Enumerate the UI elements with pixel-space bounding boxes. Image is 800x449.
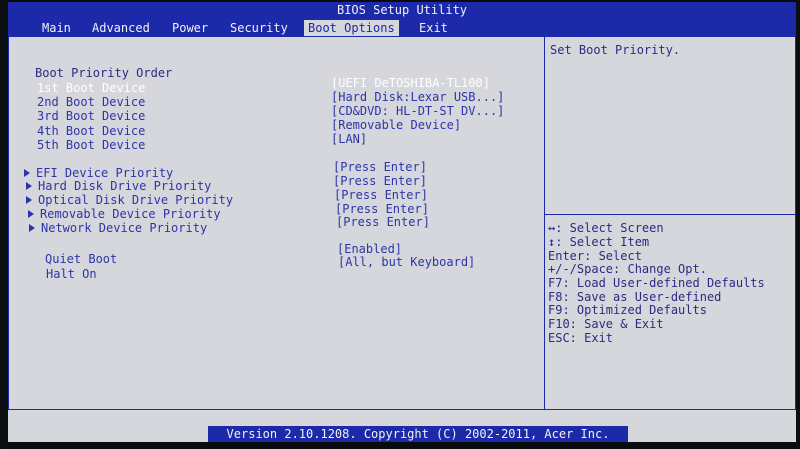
title-bar: BIOS Setup Utility (8, 2, 796, 18)
panel-divider (544, 36, 545, 410)
boot-device-2-value[interactable]: [Hard Disk:Lexar USB...] (331, 90, 504, 104)
hard-disk-drive-priority[interactable]: Hard Disk Drive Priority (26, 179, 211, 193)
removable-device-priority-label: Removable Device Priority (40, 207, 221, 221)
network-device-priority-label: Network Device Priority (41, 221, 208, 235)
submenu-arrow-icon (26, 196, 32, 204)
optical-disk-drive-priority-label: Optical Disk Drive Priority (38, 193, 234, 207)
boot-device-4-label[interactable]: 4th Boot Device (37, 124, 145, 138)
monitor-screen: BIOS Setup Utility Main Advanced Power S… (8, 0, 796, 449)
boot-device-3-label[interactable]: 3rd Boot Device (37, 109, 145, 123)
key-help-f9: F9: Optimized Defaults (548, 303, 707, 317)
key-help-select-screen: ↔: Select Screen (548, 221, 664, 235)
submenu-arrow-icon (29, 224, 35, 232)
boot-device-5-label[interactable]: 5th Boot Device (37, 138, 145, 152)
network-device-priority[interactable]: Network Device Priority (29, 221, 207, 235)
efi-device-priority-label: EFI Device Priority (36, 166, 174, 180)
help-description: Set Boot Priority. (550, 43, 681, 57)
boot-device-4-value[interactable]: [Removable Device] (331, 118, 461, 132)
boot-device-2-label[interactable]: 2nd Boot Device (37, 95, 145, 109)
menu-exit[interactable]: Exit (415, 20, 452, 36)
menu-security[interactable]: Security (226, 20, 292, 36)
optical-disk-drive-priority[interactable]: Optical Disk Drive Priority (26, 193, 233, 207)
halt-on-label[interactable]: Halt On (46, 267, 97, 281)
quiet-boot-value[interactable]: [Enabled] (337, 242, 402, 256)
boot-device-5-value[interactable]: [LAN] (331, 132, 367, 146)
key-help-change-opt: +/-/Space: Change Opt. (548, 262, 707, 276)
network-device-priority-value[interactable]: [Press Enter] (336, 215, 430, 229)
submenu-arrow-icon (24, 169, 30, 177)
efi-device-priority[interactable]: EFI Device Priority (24, 166, 173, 180)
removable-device-priority[interactable]: Removable Device Priority (28, 207, 221, 221)
menu-main[interactable]: Main (38, 20, 75, 36)
menu-boot-options[interactable]: Boot Options (304, 20, 399, 36)
key-help-enter: Enter: Select (548, 249, 642, 263)
menu-bar: Main Advanced Power Security Boot Option… (8, 18, 796, 36)
key-help-select-item: ↕: Select Item (548, 235, 650, 249)
help-divider (544, 214, 795, 215)
boot-device-1-value[interactable]: [UEFI DeTOSHIBA-TL100] (331, 76, 490, 90)
key-help-f7: F7: Load User-defined Defaults (548, 276, 765, 290)
menu-advanced[interactable]: Advanced (88, 20, 154, 36)
submenu-arrow-icon (28, 210, 34, 218)
removable-device-priority-value[interactable]: [Press Enter] (335, 202, 429, 216)
halt-on-value[interactable]: [All, but Keyboard] (338, 255, 475, 269)
submenu-arrow-icon (26, 182, 32, 190)
efi-device-priority-value[interactable]: [Press Enter] (333, 160, 427, 174)
key-help-esc: ESC: Exit (548, 331, 614, 345)
hard-disk-drive-priority-label: Hard Disk Drive Priority (38, 179, 212, 193)
version-footer: Version 2.10.1208. Copyright (C) 2002-20… (208, 426, 628, 442)
optical-disk-drive-priority-value[interactable]: [Press Enter] (334, 188, 428, 202)
key-help-f8: F8: Save as User-defined (548, 290, 722, 304)
quiet-boot-label[interactable]: Quiet Boot (45, 252, 117, 266)
bios-window: BIOS Setup Utility Main Advanced Power S… (8, 2, 796, 442)
key-help-f10: F10: Save & Exit (548, 317, 664, 331)
menu-power[interactable]: Power (168, 20, 212, 36)
boot-priority-order-heading: Boot Priority Order (35, 66, 173, 80)
hard-disk-drive-priority-value[interactable]: [Press Enter] (333, 174, 427, 188)
boot-device-3-value[interactable]: [CD&DVD: HL-DT-ST DV...] (331, 104, 504, 118)
boot-device-1-label[interactable]: 1st Boot Device (37, 81, 145, 95)
